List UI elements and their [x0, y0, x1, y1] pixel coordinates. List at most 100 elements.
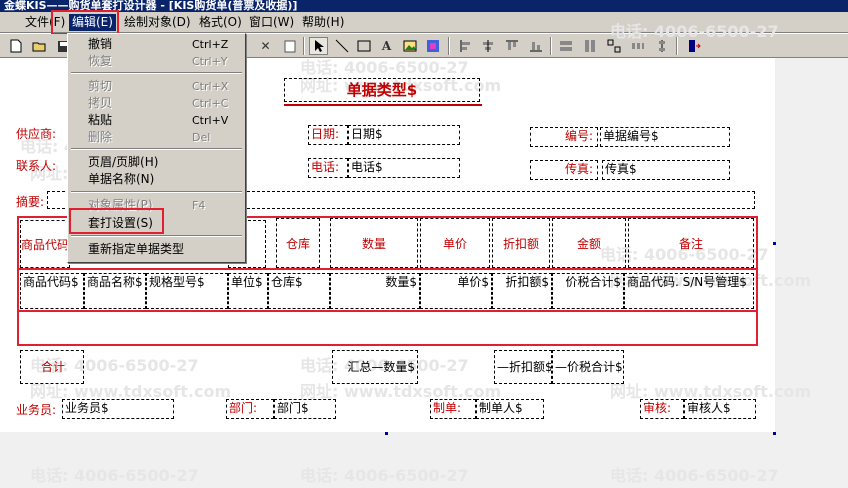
table-cell-warehouse[interactable]: 仓库$ [268, 273, 330, 309]
table-cell-remarks[interactable]: 商品代码. S/N号管理$ [624, 273, 754, 309]
new-icon[interactable] [6, 37, 25, 55]
phone-label[interactable]: 电话: [308, 158, 348, 178]
menu-separator [71, 235, 242, 237]
menu-undo[interactable]: 撤销 Ctrl+Z [69, 36, 244, 53]
same-size-icon[interactable] [604, 37, 623, 55]
menu-separator [71, 191, 242, 193]
clerk-label[interactable]: 业务员: [16, 401, 56, 418]
clerk-field[interactable]: 业务员$ [62, 399, 174, 419]
table-border-left [17, 216, 19, 346]
number-label[interactable]: 编号: [530, 127, 598, 147]
total-discount-field[interactable]: —折扣额$ [494, 350, 552, 384]
table-header-price[interactable]: 单价 [420, 218, 490, 268]
total-label[interactable]: 合计 [20, 350, 84, 384]
text-tool-icon[interactable]: A [377, 37, 396, 55]
menu-file[interactable]: 文件(F) [22, 14, 68, 31]
total-quantity-field[interactable]: 汇总—数量$ [332, 350, 418, 384]
table-header-discount[interactable]: 折扣额 [492, 218, 550, 268]
edit-menu-dropdown: 撤销 Ctrl+Z 恢复 Ctrl+Y 剪切 Ctrl+X 拷贝 Ctrl+C 粘贴 Ct… [67, 33, 246, 263]
menu-copy-label: 拷贝 [88, 96, 113, 110]
selection-handle[interactable] [385, 432, 388, 435]
menu-print-settings[interactable]: 套打设置(S) [69, 215, 244, 232]
auditor-label[interactable]: 审核: [640, 399, 684, 419]
menu-format[interactable]: 格式(O) [196, 14, 245, 31]
total-amount-field[interactable]: —价税合计$ [552, 350, 624, 384]
align-center-icon[interactable] [478, 37, 497, 55]
open-icon[interactable] [30, 37, 49, 55]
phone-field[interactable]: 电话$ [348, 158, 460, 178]
page-margin-area [775, 58, 848, 432]
fax-label[interactable]: 传真: [530, 160, 598, 180]
menu-redo-shortcut: Ctrl+Y [192, 55, 228, 68]
menu-window[interactable]: 窗口(W) [246, 14, 297, 31]
table-header-amount[interactable]: 金额 [552, 218, 626, 268]
document-type-title[interactable]: 单据类型$ [284, 78, 480, 102]
table-border-right [756, 216, 758, 346]
table-cell-item-name[interactable]: 商品名称$ [84, 273, 146, 309]
menu-reassign-document-type[interactable]: 重新指定单据类型 [69, 241, 244, 258]
menu-help[interactable]: 帮助(H) [299, 14, 347, 31]
table-header-warehouse[interactable]: 仓库 [276, 218, 320, 268]
maker-label[interactable]: 制单: [430, 399, 476, 419]
table-row-divider [17, 268, 758, 270]
image-tool-icon[interactable] [400, 37, 419, 55]
toolbar-separator [303, 37, 305, 55]
line-tool-icon[interactable] [332, 37, 351, 55]
summary-label[interactable]: 摘要: [16, 193, 44, 210]
space-evenly-icon[interactable] [628, 37, 647, 55]
table-header-quantity[interactable]: 数量 [330, 218, 418, 268]
selection-handle[interactable] [773, 242, 776, 245]
menu-paste-shortcut: Ctrl+V [192, 114, 229, 127]
exit-icon[interactable] [684, 37, 703, 55]
toolbar-separator [676, 37, 678, 55]
date-label[interactable]: 日期: [308, 125, 348, 145]
pointer-icon[interactable] [309, 37, 328, 55]
date-field[interactable]: 日期$ [348, 125, 460, 145]
toolbar-separator [550, 37, 552, 55]
fax-field[interactable]: 传真$ [602, 160, 730, 180]
supplier-label[interactable]: 供应商: [16, 125, 56, 142]
maker-field[interactable]: 制单人$ [476, 399, 544, 419]
menu-separator [71, 72, 242, 74]
menu-redo-label: 恢复 [88, 54, 113, 68]
align-bottom-icon[interactable] [526, 37, 545, 55]
title-underline [284, 104, 482, 106]
menu-object-properties-label: 对象属性(P) [88, 198, 153, 212]
menu-copy-shortcut: Ctrl+C [192, 97, 229, 110]
auditor-field[interactable]: 审核人$ [684, 399, 756, 419]
selection-handle[interactable] [773, 432, 776, 435]
menu-paste[interactable]: 粘贴 Ctrl+V [69, 112, 244, 129]
same-width-icon[interactable] [556, 37, 575, 55]
align-left-icon[interactable] [456, 37, 475, 55]
table-cell-quantity[interactable]: 数量$ [330, 273, 420, 309]
distribute-vertical-icon[interactable] [652, 37, 671, 55]
table-header-remarks[interactable]: 备注 [628, 218, 754, 268]
menu-document-name[interactable]: 单据名称(N) [69, 171, 244, 188]
department-field[interactable]: 部门$ [274, 399, 336, 419]
menu-delete: 删除 Del [69, 129, 244, 146]
table-cell-item-code[interactable]: 商品代码$ [20, 273, 84, 309]
menu-copy: 拷贝 Ctrl+C [69, 95, 244, 112]
department-label[interactable]: 部门: [226, 399, 274, 419]
table-cell-unit[interactable]: 单位$ [228, 273, 268, 309]
rectangle-tool-icon[interactable] [354, 37, 373, 55]
contact-label[interactable]: 联系人: [16, 157, 56, 174]
number-field[interactable]: 单据编号$ [600, 127, 730, 147]
menu-delete-shortcut: Del [192, 131, 211, 144]
table-border-bottom [17, 344, 758, 346]
menu-edit[interactable]: 编辑(E) [69, 14, 116, 31]
table-cell-discount[interactable]: 折扣额$ [492, 273, 552, 309]
cut-icon[interactable]: ✕ [256, 37, 275, 55]
toolbar-separator [448, 37, 450, 55]
menu-header-footer[interactable]: 页眉/页脚(H) [69, 154, 244, 171]
table-cell-spec[interactable]: 规格型号$ [146, 273, 228, 309]
menu-delete-label: 删除 [88, 130, 113, 144]
align-top-icon[interactable] [502, 37, 521, 55]
paste-icon[interactable] [280, 37, 299, 55]
table-cell-tax-total[interactable]: 价税合计$ [552, 273, 624, 309]
menu-draw-object[interactable]: 绘制对象(D) [121, 14, 194, 31]
barcode-tool-icon[interactable] [423, 37, 442, 55]
same-height-icon[interactable] [580, 37, 599, 55]
table-header-code[interactable]: 商品代码 [20, 220, 70, 268]
table-cell-price[interactable]: 单价$ [420, 273, 492, 309]
